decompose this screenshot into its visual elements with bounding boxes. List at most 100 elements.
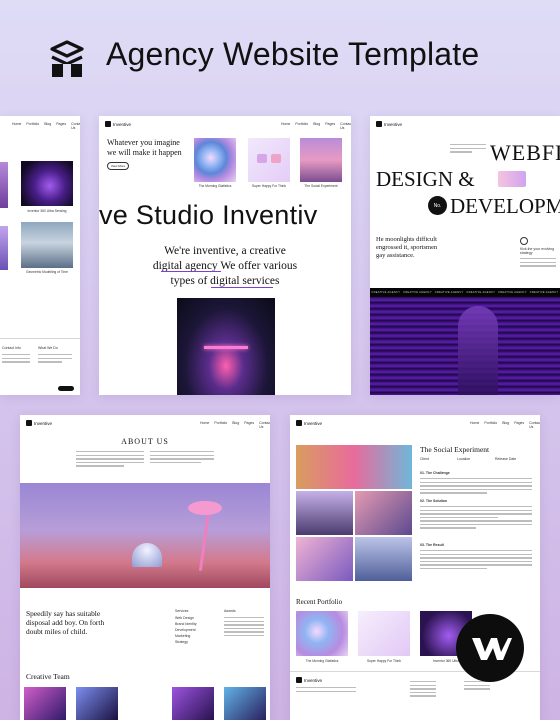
template-preview-home[interactable]: Inventive Home Portfolio Blog Pages Cont… bbox=[99, 116, 351, 395]
nav-item[interactable]: Portfolio bbox=[295, 122, 308, 130]
team-photo bbox=[24, 687, 66, 720]
nav-item[interactable]: Blog bbox=[232, 421, 239, 429]
section-text bbox=[420, 550, 532, 571]
nav-item[interactable]: Blog bbox=[44, 122, 51, 130]
tagline-line: doubt miles of child. bbox=[26, 627, 88, 636]
meta-label: Location bbox=[457, 457, 471, 461]
cube-shape bbox=[271, 154, 281, 163]
portfolio-thumb-desert[interactable] bbox=[300, 138, 342, 182]
template-preview-about[interactable]: Inventive Home Portfolio Blog Pages Cont… bbox=[20, 415, 270, 720]
footer-links bbox=[464, 681, 490, 692]
service-item[interactable]: Strategy bbox=[175, 640, 188, 644]
section-heading: 01. The Challenge bbox=[420, 471, 450, 475]
awards-list bbox=[224, 617, 264, 638]
thumb-caption: Inventor 360 Ultra Sensing bbox=[27, 209, 67, 213]
design-heading: DESIGN & bbox=[376, 167, 475, 191]
nav-menu: Home Portfolio Blog Pages Contact Us bbox=[200, 421, 270, 429]
section-text bbox=[420, 478, 532, 496]
footer-brand: Inventive bbox=[296, 677, 322, 683]
gallery-tile[interactable] bbox=[355, 537, 412, 581]
services-title: Services bbox=[175, 609, 189, 613]
service-item[interactable]: Web Design bbox=[175, 616, 194, 620]
underline-accent bbox=[211, 287, 273, 288]
nav-item[interactable]: Blog bbox=[502, 421, 509, 429]
thumb-caption: Super Happy For Think bbox=[251, 184, 287, 188]
webflow-heading: WEBFL bbox=[490, 140, 560, 165]
nav-item[interactable]: Portfolio bbox=[484, 421, 497, 429]
underline-accent bbox=[161, 271, 221, 272]
nav-item[interactable]: Home bbox=[470, 421, 479, 429]
tagline: He moonlights difficult engrossed it, sp… bbox=[376, 236, 438, 259]
nav-item[interactable]: Portfolio bbox=[214, 421, 227, 429]
footer-heading: Contact Info bbox=[2, 346, 21, 350]
brand-logo: Inventive bbox=[105, 121, 131, 127]
footer-text bbox=[296, 687, 356, 694]
gallery-tile[interactable] bbox=[296, 537, 353, 581]
nav-menu: Home Portfolio Blog Pages Contact Us bbox=[12, 122, 80, 130]
template-preview-left-top[interactable]: Home Portfolio Blog Pages Contact Us Inv… bbox=[0, 116, 80, 395]
service-item[interactable]: Brand Identity bbox=[175, 622, 197, 626]
view-more-button[interactable]: View More bbox=[107, 162, 130, 170]
w-glyph bbox=[472, 638, 512, 660]
nav-item[interactable]: Pages bbox=[514, 421, 524, 429]
nav-item[interactable]: Portfolio bbox=[26, 122, 39, 130]
portfolio-thumb-lake[interactable] bbox=[21, 222, 73, 268]
thumb-caption: The Social Experiment bbox=[304, 184, 338, 188]
nav-menu: Home Portfolio Blog Pages Contact Us bbox=[281, 122, 351, 130]
nav-item[interactable]: Pages bbox=[325, 122, 335, 130]
nav-item[interactable]: Contact Us bbox=[259, 421, 270, 429]
nav-item[interactable]: Pages bbox=[56, 122, 66, 130]
meta-label: Release Date bbox=[495, 457, 517, 461]
gallery-large[interactable] bbox=[296, 445, 412, 489]
footer-divider bbox=[0, 338, 80, 339]
nav-menu: Home Portfolio Blog Pages Contact Us bbox=[470, 421, 540, 429]
nav-item[interactable]: Contact Us bbox=[529, 421, 540, 429]
service-item[interactable]: Development bbox=[175, 628, 196, 632]
portfolio-thumb-cubes[interactable] bbox=[248, 138, 290, 182]
side-text bbox=[520, 258, 556, 269]
hero-image-palm bbox=[20, 483, 270, 588]
nav-item[interactable]: Home bbox=[200, 421, 209, 429]
nav-item[interactable]: Home bbox=[281, 122, 290, 130]
footer-heading: What We Do bbox=[38, 346, 58, 350]
template-preview-studio[interactable]: Inventive WEBFL DESIGN & No. DEVELOPM He… bbox=[370, 116, 560, 395]
gallery-tile[interactable] bbox=[355, 491, 412, 535]
number-badge: No. bbox=[428, 196, 447, 215]
footer-text bbox=[38, 354, 72, 365]
about-text-left bbox=[76, 451, 144, 469]
portfolio-thumb-dark-tower[interactable] bbox=[21, 161, 73, 206]
thumb-caption: Geometric Modelling of Time bbox=[26, 270, 68, 274]
marquee-stripe: CREATIVE AGENCY CREATIVE AGENCY CREATIVE… bbox=[370, 288, 560, 297]
scroll-badge[interactable] bbox=[58, 386, 74, 391]
service-item[interactable]: Marketing bbox=[175, 634, 190, 638]
portfolio-thumb-sphere[interactable] bbox=[194, 138, 236, 182]
nav-item[interactable]: Contact Us bbox=[340, 122, 351, 130]
thumb-caption: The Morning Glatistics bbox=[305, 659, 339, 663]
intro-text bbox=[450, 144, 486, 155]
gallery-tile[interactable] bbox=[296, 491, 353, 535]
side-title: Kick the your evolving strategy bbox=[520, 247, 555, 255]
footer-text bbox=[2, 354, 30, 365]
develop-heading: DEVELOPM bbox=[450, 194, 560, 218]
bulb-icon bbox=[520, 237, 528, 245]
nav-item[interactable]: Contact Us bbox=[71, 122, 80, 130]
portfolio-thumb-left-cut bbox=[0, 162, 8, 208]
portfolio-thumb-left-cut-2 bbox=[0, 226, 8, 270]
thumb-caption: The Morning Glatistics bbox=[198, 184, 232, 188]
brand-logo: Inventive bbox=[296, 420, 322, 426]
recent-thumb-cubes[interactable] bbox=[358, 611, 410, 656]
section-heading: 03. The Result bbox=[420, 543, 444, 547]
recent-thumb-sphere[interactable] bbox=[296, 611, 348, 656]
palm-leaves bbox=[188, 501, 222, 515]
nav-item[interactable]: Home bbox=[12, 122, 21, 130]
webflow-w-icon[interactable] bbox=[456, 614, 524, 682]
cube-shape bbox=[257, 154, 267, 163]
page-title: Agency Website Template bbox=[106, 36, 480, 72]
awards-title: Awards bbox=[224, 609, 236, 613]
nav-item[interactable]: Pages bbox=[244, 421, 254, 429]
tagline-line: disposal add boy. On forth bbox=[26, 618, 105, 627]
page-header: Agency Website Template bbox=[0, 0, 560, 115]
meta-label: Client bbox=[420, 457, 429, 461]
nav-item[interactable]: Blog bbox=[313, 122, 320, 130]
team-photo bbox=[172, 687, 214, 720]
